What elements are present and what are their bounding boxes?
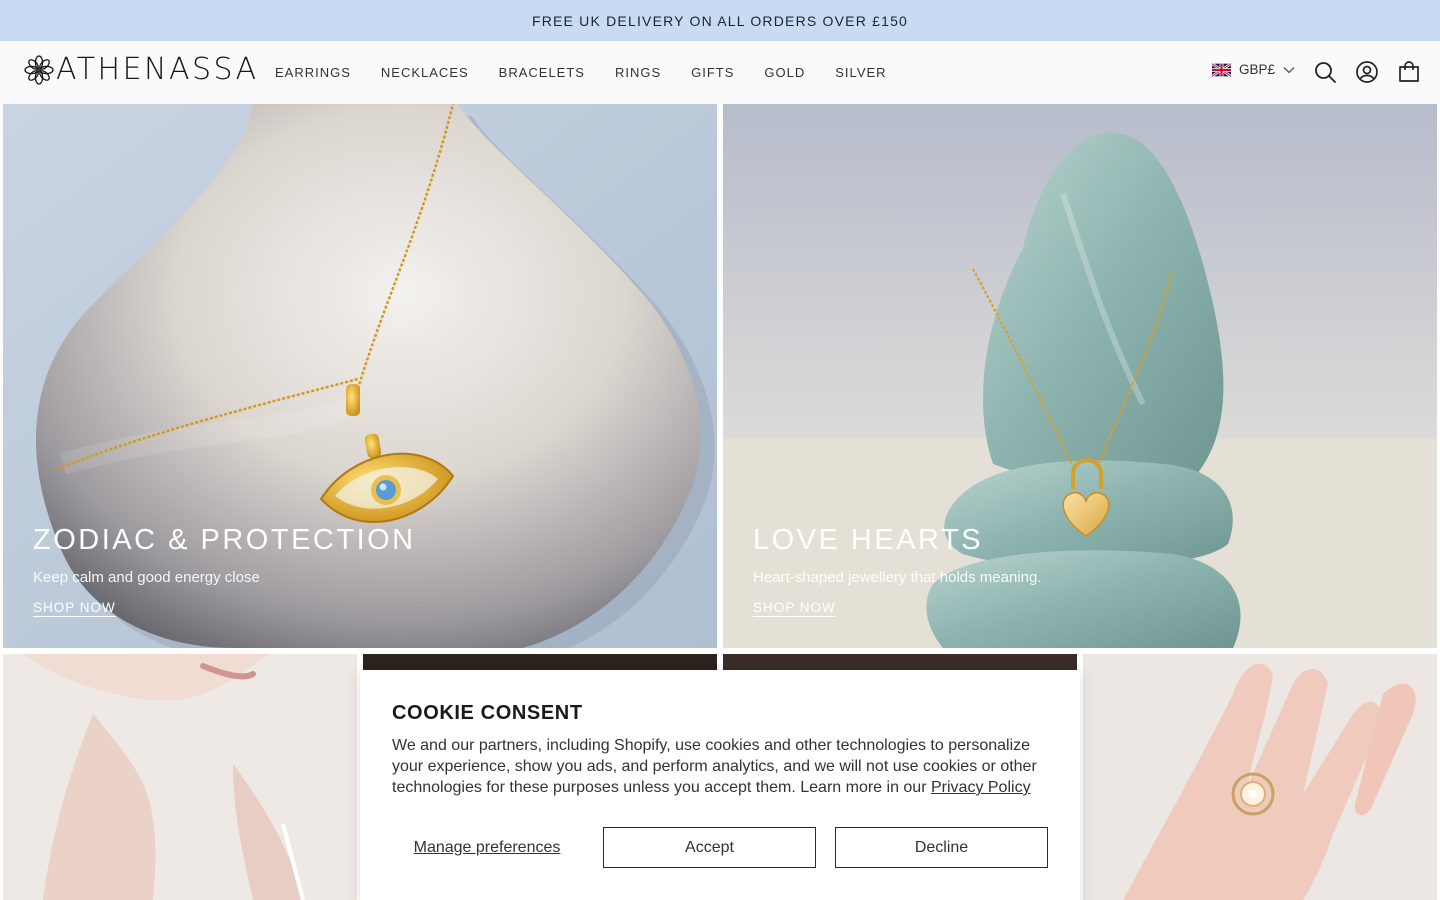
- chevron-down-icon: [1283, 66, 1295, 73]
- product-image-neck: [3, 654, 357, 900]
- shop-now-link[interactable]: SHOP NOW: [753, 600, 836, 617]
- cookie-title: COOKIE CONSENT: [392, 702, 583, 724]
- brand-name: ATHENASSA: [56, 52, 259, 87]
- product-image-ring-hand: [1083, 654, 1437, 900]
- announcement-text: FREE UK DELIVERY ON ALL ORDERS OVER £150: [531, 12, 909, 29]
- product-tile-4[interactable]: [1083, 654, 1437, 900]
- nav-rings[interactable]: RINGS: [615, 65, 661, 80]
- nav-gifts[interactable]: GIFTS: [691, 65, 734, 80]
- nav-gold[interactable]: GOLD: [764, 65, 805, 80]
- account-icon[interactable]: [1355, 60, 1379, 84]
- hero-subtitle: Heart-shaped jewellery that holds meanin…: [753, 569, 1042, 586]
- cookie-text: We and our partners, including Shopify, …: [392, 735, 1048, 798]
- privacy-policy-link[interactable]: Privacy Policy: [931, 779, 1031, 796]
- decline-button[interactable]: Decline: [835, 827, 1048, 868]
- cart-icon[interactable]: [1397, 60, 1421, 84]
- manage-preferences-button[interactable]: Manage preferences: [392, 827, 582, 868]
- cookie-actions: Manage preferences Accept Decline: [392, 827, 1048, 868]
- hero-tile-love-hearts[interactable]: LOVE HEARTS Heart-shaped jewellery that …: [723, 104, 1437, 648]
- uk-flag-icon: [1212, 62, 1231, 77]
- nav-silver[interactable]: SILVER: [835, 65, 886, 80]
- logo-flower-icon: [24, 55, 54, 85]
- accept-button[interactable]: Accept: [603, 827, 816, 868]
- hero-tile-zodiac[interactable]: ZODIAC & PROTECTION Keep calm and good e…: [3, 104, 717, 648]
- product-tile-1[interactable]: [3, 654, 357, 900]
- currency-label: GBP£: [1239, 62, 1276, 77]
- search-icon[interactable]: [1313, 60, 1337, 84]
- hero-subtitle: Keep calm and good energy close: [33, 569, 260, 586]
- hero-title: LOVE HEARTS: [753, 524, 984, 556]
- nav-bracelets[interactable]: BRACELETS: [499, 65, 585, 80]
- hero-image-zodiac: [3, 104, 717, 648]
- main-nav: EARRINGS NECKLACES BRACELETS RINGS GIFTS…: [275, 41, 887, 104]
- shop-now-link[interactable]: SHOP NOW: [33, 600, 116, 617]
- site-header: ATHENASSA EARRINGS NECKLACES BRACELETS R…: [0, 41, 1440, 104]
- cookie-consent-dialog: COOKIE CONSENT We and our partners, incl…: [360, 670, 1080, 900]
- hero-title: ZODIAC & PROTECTION: [33, 524, 416, 556]
- nav-earrings[interactable]: EARRINGS: [275, 65, 351, 80]
- currency-selector[interactable]: GBP£: [1212, 62, 1295, 77]
- hero-image-love-hearts: [723, 104, 1437, 648]
- announcement-bar: FREE UK DELIVERY ON ALL ORDERS OVER £150: [0, 0, 1440, 41]
- brand-logo[interactable]: ATHENASSA: [24, 55, 259, 85]
- nav-necklaces[interactable]: NECKLACES: [381, 65, 469, 80]
